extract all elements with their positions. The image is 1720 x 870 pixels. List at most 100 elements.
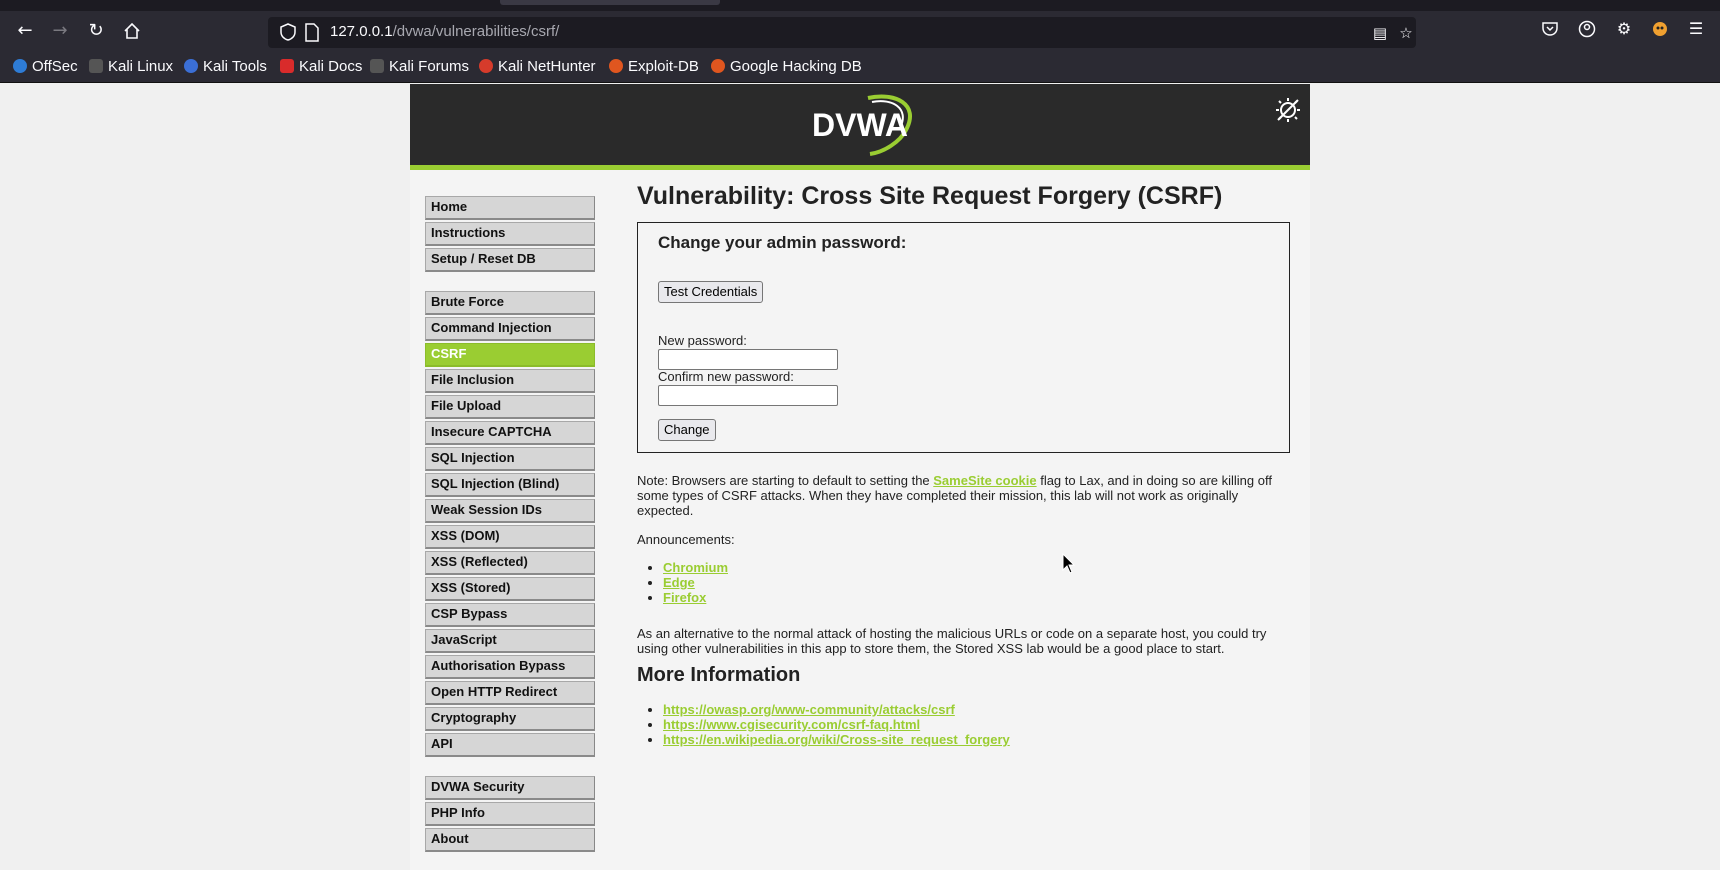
menu-item-sql-injection[interactable]: SQL Injection — [425, 447, 595, 471]
bookmark-label: Kali Tools — [203, 58, 267, 75]
page-title: Vulnerability: Cross Site Request Forger… — [637, 182, 1223, 210]
nethunter-icon — [479, 59, 493, 73]
account-icon[interactable] — [1575, 17, 1599, 41]
announcement-link-firefox[interactable]: Firefox — [663, 590, 706, 605]
menu-item-setup-reset-db[interactable]: Setup / Reset DB — [425, 248, 595, 272]
list-item: Firefox — [663, 590, 728, 605]
reader-view-icon[interactable]: ▤ — [1370, 23, 1390, 43]
list-item: Edge — [663, 575, 728, 590]
menu-item-dvwa-security[interactable]: DVWA Security — [425, 776, 595, 800]
form-heading: Change your admin password: — [658, 233, 907, 252]
samesite-note: Note: Browsers are starting to default t… — [637, 473, 1287, 518]
bookmark-star-icon[interactable]: ☆ — [1396, 23, 1416, 43]
menu-item-cryptography[interactable]: Cryptography — [425, 707, 595, 731]
kali-tools-icon — [184, 59, 198, 73]
browser-toolbar: ← → ↻ 127.0.0.1/dvwa/vulnerabilities/csr… — [0, 11, 1720, 51]
menu-item-insecure-captcha[interactable]: Insecure CAPTCHA — [425, 421, 595, 445]
menu-item-xss-dom[interactable]: XSS (DOM) — [425, 525, 595, 549]
ghdb-icon — [711, 59, 725, 73]
menu-item-xss-stored[interactable]: XSS (Stored) — [425, 577, 595, 601]
menu-item-csp-bypass[interactable]: CSP Bypass — [425, 603, 595, 627]
new-password-input[interactable] — [658, 349, 838, 370]
bookmark-label: Kali NetHunter — [498, 58, 596, 75]
samesite-cookie-link[interactable]: SameSite cookie — [933, 473, 1036, 488]
owasp-csrf-link[interactable]: https://owasp.org/www-community/attacks/… — [663, 702, 955, 717]
page-info-icon[interactable] — [304, 23, 320, 42]
list-item: Chromium — [663, 560, 728, 575]
url-bar[interactable]: 127.0.0.1/dvwa/vulnerabilities/csrf/ ▤ ☆ — [268, 17, 1416, 48]
menu-item-file-inclusion[interactable]: File Inclusion — [425, 369, 595, 393]
bookmark-label: Kali Forums — [389, 58, 470, 75]
kali-docs-icon — [280, 59, 294, 73]
menu-item-command-injection[interactable]: Command Injection — [425, 317, 595, 341]
tracking-shield-icon[interactable] — [278, 22, 298, 42]
bookmarks-bar: OffSec Kali Linux Kali Tools Kali Docs K… — [0, 51, 1720, 83]
bookmark-kali-forums[interactable]: Kali Forums — [370, 57, 469, 77]
note-text: Note: Browsers are starting to default t… — [637, 473, 934, 488]
kali-dragon-icon — [89, 59, 103, 73]
alternative-text: As an alternative to the normal attack o… — [637, 626, 1267, 656]
extensions-icon[interactable]: ⚙ — [1612, 17, 1636, 41]
list-item: https://en.wikipedia.org/wiki/Cross-site… — [663, 732, 1010, 747]
bookmark-label: OffSec — [32, 58, 78, 75]
offsec-icon — [13, 59, 27, 73]
menu-item-home[interactable]: Home — [425, 196, 595, 220]
forward-arrow-icon[interactable]: → — [46, 17, 74, 45]
back-arrow-icon[interactable]: ← — [11, 17, 39, 45]
bookmark-exploit-db[interactable]: Exploit-DB — [609, 57, 699, 77]
home-icon[interactable] — [118, 17, 146, 45]
menu-item-weak-session-ids[interactable]: Weak Session IDs — [425, 499, 595, 523]
confirm-password-input[interactable] — [658, 385, 838, 406]
menu-item-file-upload[interactable]: File Upload — [425, 395, 595, 419]
bookmark-label: Kali Docs — [299, 58, 363, 75]
test-credentials-button[interactable]: Test Credentials — [658, 281, 764, 303]
reload-icon[interactable]: ↻ — [82, 17, 110, 45]
svg-text:DVWA: DVWA — [812, 107, 908, 143]
confirm-password-label: Confirm new password: — [658, 369, 794, 384]
wikipedia-csrf-link[interactable]: https://en.wikipedia.org/wiki/Cross-site… — [663, 732, 1010, 747]
announcements-label: Announcements: — [637, 532, 735, 547]
announcements-list: Chromium Edge Firefox — [663, 560, 728, 605]
active-tab-edge[interactable] — [500, 0, 720, 5]
theme-toggle-icon[interactable] — [1274, 96, 1302, 124]
mouse-cursor-icon — [1062, 553, 1076, 574]
menu-item-brute-force[interactable]: Brute Force — [425, 291, 595, 315]
announcement-link-edge[interactable]: Edge — [663, 575, 695, 590]
change-button[interactable]: Change — [658, 419, 716, 441]
url-text[interactable]: 127.0.0.1/dvwa/vulnerabilities/csrf/ — [330, 23, 559, 40]
bookmark-kali-docs[interactable]: Kali Docs — [280, 57, 362, 77]
menu-item-javascript[interactable]: JavaScript — [425, 629, 595, 653]
kali-dragon-icon — [370, 59, 384, 73]
pocket-icon[interactable] — [1538, 17, 1562, 41]
announcement-link-chromium[interactable]: Chromium — [663, 560, 728, 575]
more-information-heading: More Information — [637, 664, 801, 686]
menu-item-open-http-redirect[interactable]: Open HTTP Redirect — [425, 681, 595, 705]
list-item: https://www.cgisecurity.com/csrf-faq.htm… — [663, 717, 1010, 732]
dvwa-logo[interactable]: DVWA — [810, 92, 920, 156]
cgisecurity-csrf-link[interactable]: https://www.cgisecurity.com/csrf-faq.htm… — [663, 717, 920, 732]
bookmark-offsec[interactable]: OffSec — [13, 57, 78, 77]
menu-item-api[interactable]: API — [425, 733, 595, 757]
hamburger-menu-icon[interactable]: ☰ — [1684, 17, 1708, 41]
menu-item-php-info[interactable]: PHP Info — [425, 802, 595, 826]
menu-item-xss-reflected[interactable]: XSS (Reflected) — [425, 551, 595, 575]
list-item: https://owasp.org/www-community/attacks/… — [663, 702, 1010, 717]
bookmark-google-hacking-db[interactable]: Google Hacking DB — [711, 57, 862, 77]
bookmark-kali-nethunter[interactable]: Kali NetHunter — [479, 57, 596, 77]
bookmark-kali-tools[interactable]: Kali Tools — [184, 57, 267, 77]
extension-avatar-icon[interactable] — [1648, 17, 1672, 41]
menu-item-csrf[interactable]: CSRF — [425, 343, 595, 367]
bookmark-label: Exploit-DB — [628, 58, 699, 75]
more-info-list: https://owasp.org/www-community/attacks/… — [663, 702, 1010, 747]
bookmark-kali-linux[interactable]: Kali Linux — [89, 57, 173, 77]
bookmark-label: Google Hacking DB — [730, 58, 862, 75]
menu-item-authorisation-bypass[interactable]: Authorisation Bypass — [425, 655, 595, 679]
menu-item-sql-injection-blind[interactable]: SQL Injection (Blind) — [425, 473, 595, 497]
url-host: 127.0.0.1 — [330, 23, 393, 40]
new-password-label: New password: — [658, 333, 747, 348]
url-path: /dvwa/vulnerabilities/csrf/ — [392, 23, 560, 40]
exploit-db-icon — [609, 59, 623, 73]
menu-item-about[interactable]: About — [425, 828, 595, 852]
menu-item-instructions[interactable]: Instructions — [425, 222, 595, 246]
bookmark-label: Kali Linux — [108, 58, 174, 75]
